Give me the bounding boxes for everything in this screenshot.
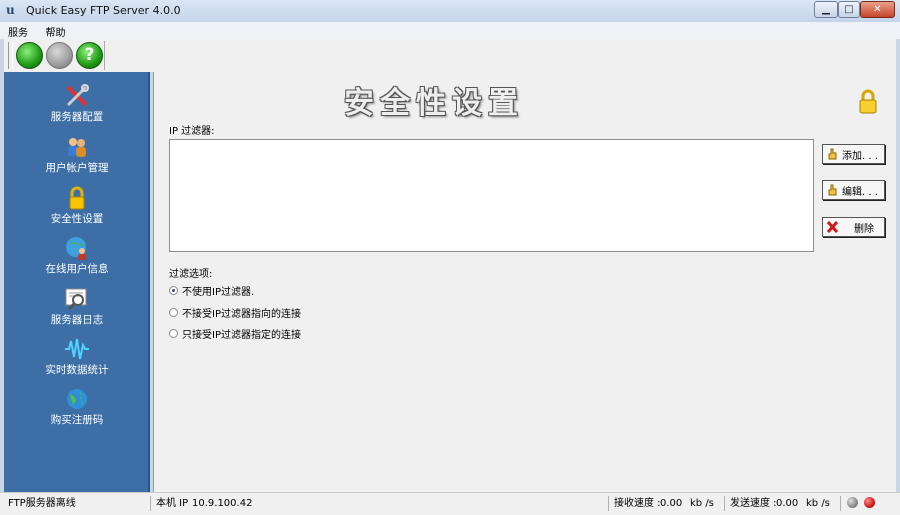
app-logo-icon: u xyxy=(6,3,15,17)
server-red-led-icon xyxy=(864,497,875,508)
start-server-button[interactable] xyxy=(16,42,43,69)
sidebar-item-label: 服务器配置 xyxy=(50,111,104,123)
option-label: 只接受IP过滤器指定的连接 xyxy=(182,330,301,341)
recv-speed-unit: kb /s xyxy=(690,498,714,509)
stop-server-button[interactable] xyxy=(46,42,73,69)
title-bar: u Quick Easy FTP Server 4.0.0 ▁ □ ✕ xyxy=(0,0,900,22)
ip-filter-label: IP 过滤器: xyxy=(169,126,215,137)
status-bar: FTP服务器离线 本机 IP 10.9.100.42 接收速度 : 0.00 k… xyxy=(0,492,900,515)
recv-speed-label: 接收速度 : xyxy=(614,498,661,509)
sidebar-item-online-users[interactable]: 在线用户信息 xyxy=(4,236,150,276)
sidebar-item-realtime-stats[interactable]: 实时数据统计 xyxy=(4,337,150,377)
send-speed-unit: kb /s xyxy=(806,498,830,509)
radio-selected[interactable] xyxy=(169,286,178,295)
maximize-button[interactable]: □ xyxy=(838,1,860,18)
edit-hand-icon xyxy=(828,184,837,196)
close-button[interactable]: ✕ xyxy=(860,1,895,18)
status-divider xyxy=(840,496,841,511)
delete-x-icon xyxy=(827,221,838,233)
option-label: 不接受IP过滤器指向的连接 xyxy=(182,309,301,320)
option-allow-only-filtered[interactable]: 只接受IP过滤器指定的连接 xyxy=(169,326,301,341)
waveform-icon xyxy=(65,338,89,360)
ip-value: 10.9.100.42 xyxy=(192,498,253,509)
toolbar-divider xyxy=(104,41,108,70)
connection-gray-led-icon xyxy=(847,497,858,508)
add-hand-icon xyxy=(828,148,837,160)
sidebar-item-label: 在线用户信息 xyxy=(45,263,109,275)
security-settings-panel: 安全性设置 IP 过滤器: 添加. . . 编辑. . . 删除 过滤选项: 不… xyxy=(153,72,896,492)
users-icon xyxy=(68,138,86,157)
filter-options-label: 过滤选项: xyxy=(169,269,213,280)
lock-icon xyxy=(859,89,877,114)
sidebar-item-user-accounts[interactable]: 用户帐户管理 xyxy=(4,135,150,175)
sidebar-item-label: 用户帐户管理 xyxy=(45,162,109,174)
sidebar-item-label: 实时数据统计 xyxy=(45,364,109,376)
send-speed-value: 0.00 xyxy=(776,498,799,509)
option-label: 不使用IP过滤器. xyxy=(182,287,255,298)
globe-icon xyxy=(67,389,87,409)
toolbar-grip[interactable] xyxy=(8,42,13,69)
minimize-button[interactable]: ▁ xyxy=(814,1,838,18)
send-speed-label: 发送速度 : xyxy=(730,498,777,509)
add-button-label: 添加. . . xyxy=(842,150,878,162)
status-divider xyxy=(608,496,609,511)
sidebar-item-server-config[interactable]: 服务器配置 xyxy=(4,84,150,124)
sidebar-item-buy-license[interactable]: 购买注册码 xyxy=(4,387,150,427)
delete-button-label: 删除 xyxy=(854,223,874,235)
sidebar-item-label: 安全性设置 xyxy=(50,213,104,225)
radio-unselected[interactable] xyxy=(169,308,178,317)
toolbar: ? xyxy=(4,39,896,72)
edit-filter-button[interactable]: 编辑. . . xyxy=(822,180,885,200)
status-divider xyxy=(724,496,725,511)
sidebar-item-security[interactable]: 安全性设置 xyxy=(4,186,150,226)
menu-service[interactable]: 服务 xyxy=(0,22,34,39)
menu-bar: 服务 帮助 xyxy=(0,22,900,40)
sidebar: 服务器配置 用户帐户管理 安全性设置 在线用户信息 服务器日志 实时数据统计 购… xyxy=(4,72,150,492)
edit-button-label: 编辑. . . xyxy=(842,186,878,198)
tools-icon xyxy=(66,84,89,107)
radio-unselected[interactable] xyxy=(169,329,178,338)
delete-filter-button[interactable]: 删除 xyxy=(822,217,885,237)
ip-filter-list[interactable] xyxy=(169,139,814,252)
ip-label: 本机 IP xyxy=(156,498,189,509)
log-magnifier-icon xyxy=(65,288,87,311)
menu-help[interactable]: 帮助 xyxy=(38,22,72,39)
online-users-icon xyxy=(66,237,86,260)
sidebar-item-label: 购买注册码 xyxy=(50,414,104,426)
sidebar-item-label: 服务器日志 xyxy=(50,314,104,326)
lock-icon xyxy=(69,186,85,210)
recv-speed-value: 0.00 xyxy=(660,498,683,509)
option-deny-filtered[interactable]: 不接受IP过滤器指向的连接 xyxy=(169,305,301,320)
window-title: Quick Easy FTP Server 4.0.0 xyxy=(26,4,181,17)
server-status-text: FTP服务器离线 xyxy=(8,498,76,509)
help-button[interactable]: ? xyxy=(76,42,103,69)
page-title: 安全性设置 xyxy=(344,86,524,121)
add-filter-button[interactable]: 添加. . . xyxy=(822,144,885,164)
option-no-filter[interactable]: 不使用IP过滤器. xyxy=(169,283,254,298)
status-divider xyxy=(150,496,151,511)
sidebar-item-server-log[interactable]: 服务器日志 xyxy=(4,287,150,327)
